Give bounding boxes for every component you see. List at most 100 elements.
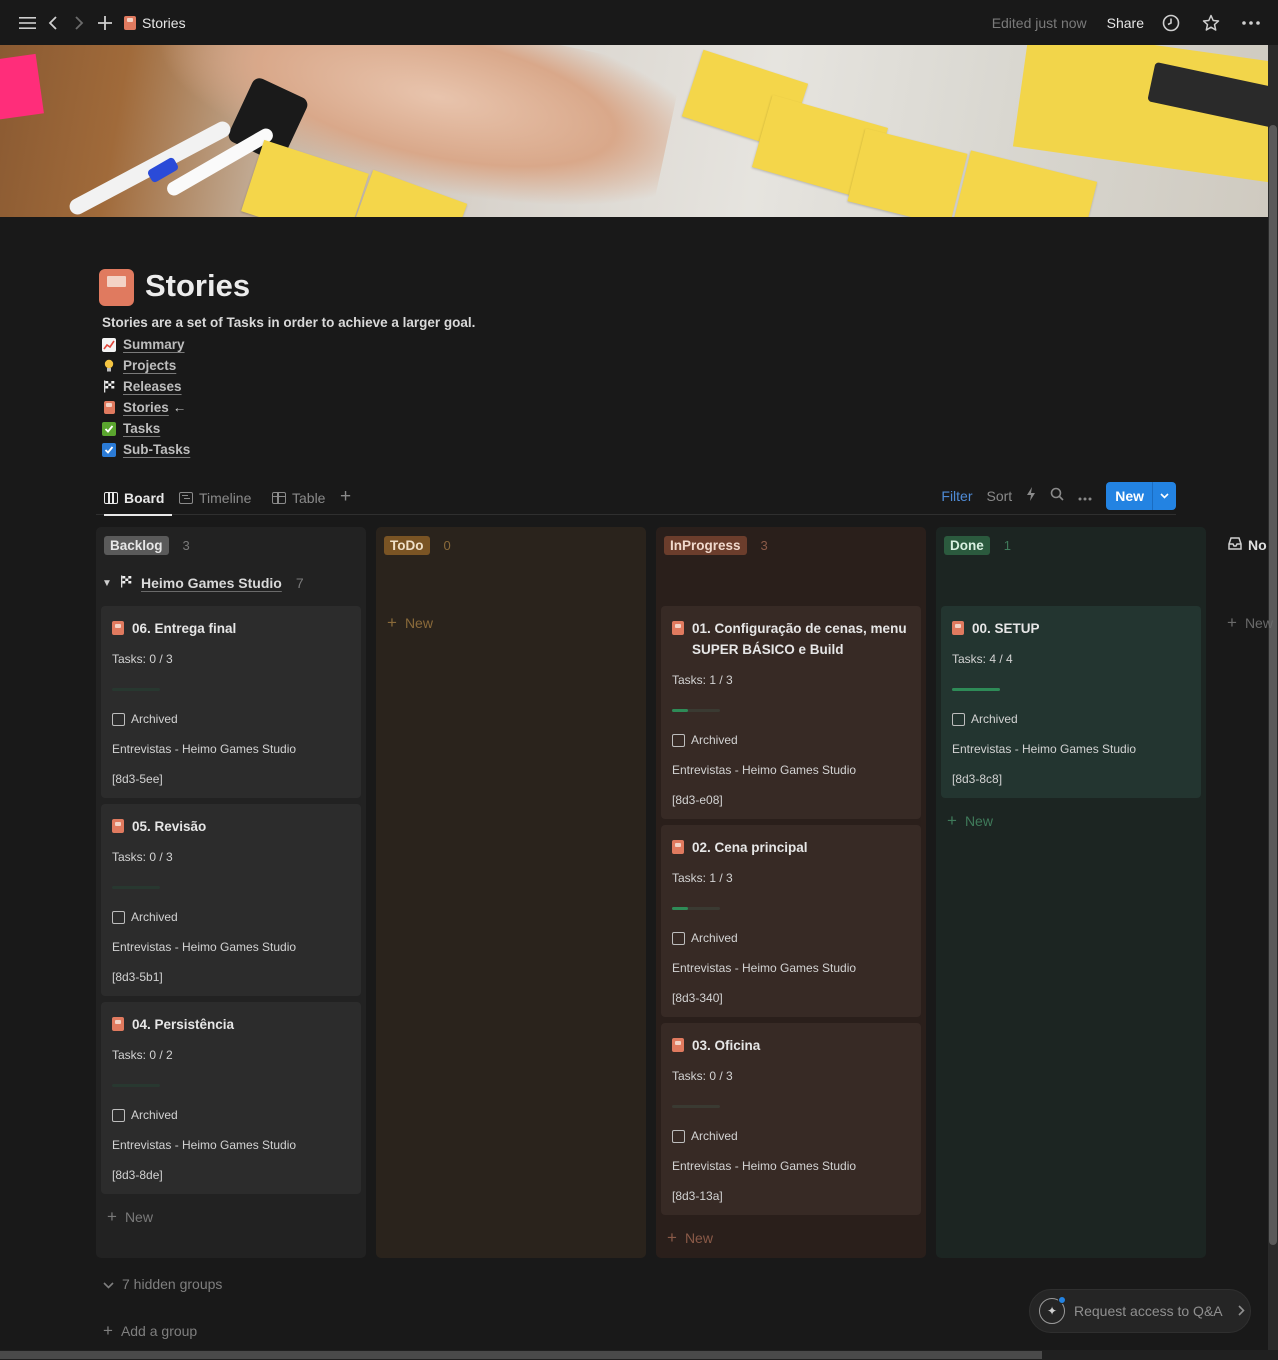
story-card[interactable]: 01. Configuração de cenas, menu SUPER BÁ… xyxy=(661,606,921,819)
horizontal-scrollbar[interactable] xyxy=(0,1350,1278,1360)
story-card[interactable]: 00. SETUP Tasks: 4 / 4 Archived Entrevis… xyxy=(941,606,1201,798)
cover-image[interactable] xyxy=(0,45,1268,217)
link-label[interactable]: Summary xyxy=(123,337,185,352)
menu-icon[interactable] xyxy=(14,10,40,36)
new-button[interactable]: New xyxy=(1106,481,1176,510)
archived-checkbox[interactable]: Archived xyxy=(672,1129,738,1143)
story-card[interactable]: 04. Persistência Tasks: 0 / 2 Archived E… xyxy=(101,1002,361,1194)
link-summary[interactable]: Summary xyxy=(102,334,190,355)
checkbox-icon[interactable] xyxy=(112,1108,125,1122)
archived-label: Archived xyxy=(131,910,178,924)
card-title: 05. Revisão xyxy=(132,819,207,834)
checkbox-icon[interactable] xyxy=(672,1129,685,1143)
group-header[interactable]: ▼ Heimo Games Studio 7 xyxy=(102,573,304,593)
star-icon[interactable] xyxy=(1198,10,1224,36)
link-label[interactable]: Releases xyxy=(123,379,182,394)
plus-icon[interactable] xyxy=(92,10,118,36)
progress-bar xyxy=(672,907,720,910)
checkbox-icon[interactable] xyxy=(672,931,685,945)
page-icon[interactable] xyxy=(99,269,134,306)
link-sub-tasks[interactable]: Sub-Tasks xyxy=(102,439,190,460)
back-icon[interactable] xyxy=(40,10,66,36)
hidden-groups-toggle[interactable]: 7 hidden groups xyxy=(103,1276,222,1292)
link-label[interactable]: Stories xyxy=(123,400,169,415)
archived-label: Archived xyxy=(691,733,738,747)
link-releases[interactable]: Releases xyxy=(102,376,190,397)
new-button-label[interactable]: New xyxy=(1106,481,1152,510)
search-icon[interactable] xyxy=(1050,487,1064,504)
story-card[interactable]: 02. Cena principal Tasks: 1 / 3 Archived… xyxy=(661,825,921,1017)
card-id: [8d3-8c8] xyxy=(952,772,1003,786)
archived-checkbox[interactable]: Archived xyxy=(672,931,738,945)
plus-icon: + xyxy=(1227,613,1237,632)
new-label: New xyxy=(404,615,433,631)
more-icon[interactable] xyxy=(1238,10,1264,36)
add-new-card-backlog[interactable]: + New xyxy=(107,1207,153,1227)
archived-checkbox[interactable]: Archived xyxy=(112,910,178,924)
link-label[interactable]: Projects xyxy=(123,358,176,373)
column-header-todo[interactable]: ToDo 0 xyxy=(384,534,451,556)
tab-timeline[interactable]: Timeline xyxy=(179,480,251,515)
archived-checkbox[interactable]: Archived xyxy=(112,1108,178,1122)
more-icon[interactable] xyxy=(1078,488,1092,504)
group-name[interactable]: Heimo Games Studio xyxy=(141,575,282,591)
chevron-down-icon[interactable] xyxy=(1152,481,1176,510)
card-title: 00. SETUP xyxy=(972,621,1040,636)
add-group-button[interactable]: + Add a group xyxy=(103,1321,197,1341)
card-tasks: Tasks: 4 / 4 xyxy=(952,652,1013,666)
tab-table[interactable]: Table xyxy=(272,480,325,515)
hidden-groups-label: 7 hidden groups xyxy=(122,1276,223,1292)
scroll-thumb[interactable] xyxy=(0,1351,1042,1359)
link-projects[interactable]: Projects xyxy=(102,355,190,376)
current-page-arrow: ← xyxy=(172,400,187,415)
link-tasks[interactable]: Tasks xyxy=(102,418,190,439)
qa-request-button[interactable]: ✦ Request access to Q&A xyxy=(1029,1289,1251,1333)
board-icon xyxy=(104,491,118,504)
progress-bar xyxy=(952,688,1000,691)
book-icon xyxy=(672,840,684,854)
column-header-inprogress[interactable]: InProgress 3 xyxy=(664,534,768,556)
breadcrumb[interactable]: Stories xyxy=(124,15,186,31)
share-button[interactable]: Share xyxy=(1107,15,1144,31)
card-title: 04. Persistência xyxy=(132,1017,235,1032)
checkered-flag-icon xyxy=(102,380,116,394)
automation-icon[interactable] xyxy=(1026,487,1036,504)
filter-button[interactable]: Filter xyxy=(941,488,972,504)
new-label: New xyxy=(124,1209,153,1225)
add-new-card-inprogress[interactable]: + New xyxy=(667,1228,713,1248)
view-tabs: Board Timeline Table + Filter Sort New xyxy=(96,480,1176,516)
notification-dot xyxy=(1058,1296,1066,1304)
link-label[interactable]: Tasks xyxy=(123,421,160,436)
tab-board[interactable]: Board xyxy=(104,480,173,516)
add-new-card-todo[interactable]: + New xyxy=(387,613,433,633)
link-label[interactable]: Sub-Tasks xyxy=(123,442,190,457)
story-card[interactable]: 05. Revisão Tasks: 0 / 3 Archived Entrev… xyxy=(101,804,361,996)
archived-checkbox[interactable]: Archived xyxy=(672,733,738,747)
page-title[interactable]: Stories xyxy=(145,268,250,304)
story-card[interactable]: 03. Oficina Tasks: 0 / 3 Archived Entrev… xyxy=(661,1023,921,1215)
vertical-scrollbar[interactable] xyxy=(1268,45,1278,1350)
column-header-backlog[interactable]: Backlog 3 xyxy=(104,534,190,556)
lightbulb-icon xyxy=(102,359,116,373)
column-count: 1 xyxy=(1003,537,1011,553)
column-header-no-status[interactable]: No xyxy=(1228,534,1267,556)
add-view-icon[interactable]: + xyxy=(340,486,351,508)
add-new-card-done[interactable]: + New xyxy=(947,811,993,831)
checkbox-icon[interactable] xyxy=(672,733,685,747)
scroll-thumb[interactable] xyxy=(1269,125,1277,1245)
collapse-triangle-icon[interactable]: ▼ xyxy=(102,578,112,589)
book-icon xyxy=(102,401,116,415)
add-new-card-no-status[interactable]: + New xyxy=(1227,613,1278,633)
story-card[interactable]: 06. Entrega final Tasks: 0 / 3 Archived … xyxy=(101,606,361,798)
sort-button[interactable]: Sort xyxy=(987,488,1013,504)
link-stories[interactable]: Stories ← xyxy=(102,397,190,418)
checkbox-icon[interactable] xyxy=(112,910,125,924)
checkbox-icon[interactable] xyxy=(112,712,125,726)
status-pill: ToDo xyxy=(384,535,430,555)
clock-icon[interactable] xyxy=(1158,10,1184,36)
column-header-done[interactable]: Done 1 xyxy=(944,534,1011,556)
archived-checkbox[interactable]: Archived xyxy=(112,712,178,726)
archived-checkbox[interactable]: Archived xyxy=(952,712,1018,726)
forward-icon[interactable] xyxy=(66,10,92,36)
checkbox-icon[interactable] xyxy=(952,712,965,726)
